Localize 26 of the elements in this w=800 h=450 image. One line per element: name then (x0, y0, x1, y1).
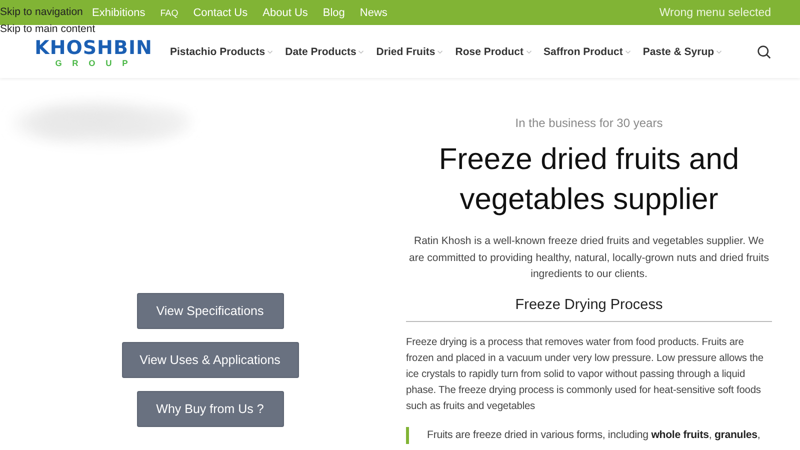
subtitle: In the business for 30 years (515, 116, 663, 130)
caret-icon (437, 50, 444, 54)
nav-item[interactable]: Paste & Syrup (642, 46, 722, 58)
link-button[interactable]: View Uses & Applications (122, 342, 298, 378)
intro-paragraph: Ratin Khosh is a well-known freeze dried fruits and vegetables supplier. We are committed to providing healthy, natural, locally-grown nuts and dried fruits ingredients to our clients. (408, 234, 770, 282)
page-title: Freeze dried fruits and vegetables supplier (438, 142, 740, 218)
search-icon[interactable] (757, 44, 771, 58)
nav-item[interactable]: Dried Fruits (376, 46, 444, 58)
caret-icon (624, 50, 631, 54)
caret-icon (526, 50, 532, 54)
link-button[interactable]: Why Buy from Us ? (136, 391, 284, 427)
caret-icon (358, 50, 364, 54)
logo[interactable]: KHOSHBIN G R O U P (36, 38, 151, 68)
nav-item[interactable]: Date Products (285, 46, 364, 58)
skip-link[interactable]: Skip to navigation (0, 6, 83, 19)
nav-item[interactable]: Saffron Product (544, 46, 631, 58)
quote-text: Fruits are freeze dried in various forms, including whole fruits, granules, (427, 428, 762, 442)
caret-icon (267, 50, 274, 54)
nav-item[interactable]: Pistachio Products (170, 46, 274, 58)
menu-notice: Wrong menu selected (659, 6, 771, 18)
section-heading: Freeze Drying Process (406, 296, 772, 322)
body-paragraph: Freeze drying is a process that removes water from food products. Fruits are frozen and placed in a vacuum under very low pressure. Low pressure allows the ice crystals to rapidly turn from solid to vapor without passing through a liquid phase. The freeze drying process is commonly used for heat-sensitive soft foods such as fruits and vegetables (406, 336, 764, 414)
skip-link[interactable]: Skip to main content (0, 23, 96, 36)
caret-icon (716, 50, 722, 54)
link-button[interactable]: View Specifications (136, 293, 284, 329)
nav-item[interactable]: Rose Product (455, 46, 532, 58)
